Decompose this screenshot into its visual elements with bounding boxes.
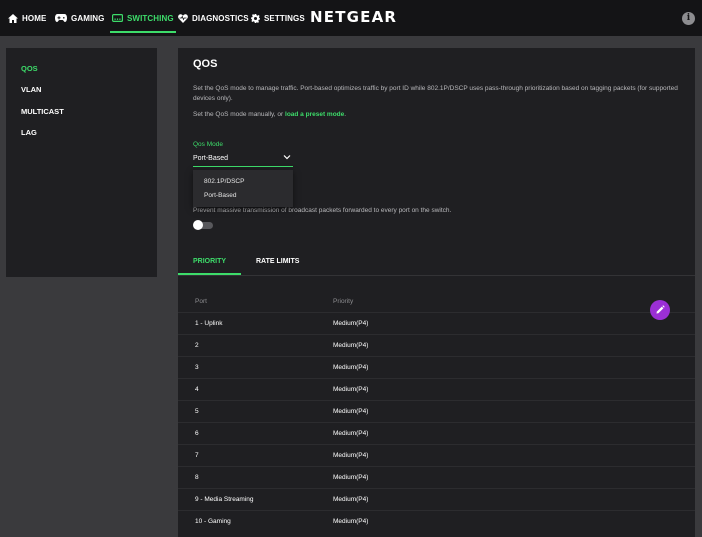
priority-cell: Medium(P4) <box>333 342 369 349</box>
heartbeat-icon <box>178 13 188 23</box>
sidebar-item-lag[interactable]: LAG <box>21 128 37 137</box>
priority-cell: Medium(P4) <box>333 430 369 437</box>
brand-logo: NETGEAR <box>310 8 398 26</box>
table-row[interactable]: 9 - Media Streaming Medium(P4) <box>178 489 695 511</box>
toggle-knob <box>193 220 203 230</box>
table-row[interactable]: 8 Medium(P4) <box>178 467 695 489</box>
tab-rate-limits[interactable]: RATE LIMITS <box>256 258 299 265</box>
top-nav-bar: HOME GAMING SWITCHING DIAGNOSTICS SETTIN… <box>0 0 702 36</box>
priority-cell: Medium(P4) <box>333 518 369 525</box>
manual-mode-text: Set the QoS mode manually, or load a pre… <box>193 111 346 118</box>
port-cell: 4 <box>195 386 199 393</box>
column-header-port: Port <box>195 298 207 305</box>
table-row[interactable]: 7 Medium(P4) <box>178 445 695 467</box>
nav-settings[interactable]: SETTINGS <box>251 0 305 36</box>
nav-switching[interactable]: SWITCHING <box>110 0 176 36</box>
sidebar: QOS VLAN MULTICAST LAG <box>6 48 157 277</box>
priority-cell: Medium(P4) <box>333 386 369 393</box>
nav-switching-label: SWITCHING <box>127 13 174 23</box>
priority-cell: Medium(P4) <box>333 408 369 415</box>
nav-settings-label: SETTINGS <box>264 13 305 23</box>
priority-cell: Medium(P4) <box>333 364 369 371</box>
broadcast-description: Prevent massive transmission of broadcas… <box>193 207 452 214</box>
priority-cell: Medium(P4) <box>333 496 369 503</box>
qos-mode-select[interactable]: Port-Based <box>193 152 293 167</box>
priority-cell: Medium(P4) <box>333 452 369 459</box>
nav-diagnostics[interactable]: DIAGNOSTICS <box>178 0 249 36</box>
manual-mode-suffix: . <box>344 111 347 118</box>
nav-home[interactable]: HOME <box>8 0 46 36</box>
manual-mode-prefix: Set the QoS mode manually, or <box>193 111 286 118</box>
qos-description: Set the QoS mode to manage traffic. Port… <box>193 85 678 102</box>
gear-icon <box>251 13 260 23</box>
edit-priority-button[interactable] <box>650 300 670 320</box>
priority-cell: Medium(P4) <box>333 474 369 481</box>
qos-mode-value: Port-Based <box>193 155 229 162</box>
port-cell: 8 <box>195 474 199 481</box>
table-row[interactable]: 1 - Uplink Medium(P4) <box>178 313 695 335</box>
switch-icon <box>112 14 123 22</box>
port-cell: 2 <box>195 342 199 349</box>
column-header-priority: Priority <box>333 298 354 305</box>
tab-priority[interactable]: PRIORITY <box>193 258 226 265</box>
nav-gaming-label: GAMING <box>71 13 105 23</box>
tab-divider <box>178 275 695 276</box>
qos-mode-label: Qos Mode <box>193 141 223 148</box>
port-cell: 10 - Gaming <box>195 518 231 525</box>
pencil-icon <box>656 305 665 314</box>
nav-home-label: HOME <box>22 13 47 23</box>
table-row[interactable]: 10 - Gaming Medium(P4) <box>178 511 695 533</box>
port-cell: 5 <box>195 408 199 415</box>
table-row[interactable]: 3 Medium(P4) <box>178 357 695 379</box>
table-row[interactable]: 2 Medium(P4) <box>178 335 695 357</box>
broadcast-toggle[interactable] <box>193 220 213 230</box>
home-icon <box>8 13 18 23</box>
port-cell: 6 <box>195 430 199 437</box>
sidebar-item-multicast[interactable]: MULTICAST <box>21 107 64 116</box>
port-cell: 1 - Uplink <box>195 320 223 327</box>
port-cell: 3 <box>195 364 199 371</box>
table-row[interactable]: 5 Medium(P4) <box>178 401 695 423</box>
nav-gaming[interactable]: GAMING <box>55 0 105 36</box>
port-cell: 7 <box>195 452 199 459</box>
page-title: QOS <box>193 58 218 70</box>
qos-mode-option-port-based[interactable]: Port-Based <box>204 192 237 199</box>
qos-mode-dropdown-menu: 802.1P/DSCP Port-Based <box>193 170 293 207</box>
table-row[interactable]: 6 Medium(P4) <box>178 423 695 445</box>
sidebar-item-qos[interactable]: QOS <box>21 64 38 73</box>
gamepad-icon <box>55 14 67 22</box>
chevron-down-icon <box>283 155 291 160</box>
table-row[interactable]: 4 Medium(P4) <box>178 379 695 401</box>
load-preset-link[interactable]: load a preset mode <box>285 111 344 118</box>
qos-panel: QOS Set the QoS mode to manage traffic. … <box>178 48 695 537</box>
sidebar-item-vlan[interactable]: VLAN <box>21 85 41 94</box>
port-cell: 9 - Media Streaming <box>195 496 254 503</box>
nav-diagnostics-label: DIAGNOSTICS <box>192 13 249 23</box>
info-icon[interactable]: i <box>682 12 695 25</box>
priority-cell: Medium(P4) <box>333 320 369 327</box>
qos-mode-option-dscp[interactable]: 802.1P/DSCP <box>204 178 244 185</box>
